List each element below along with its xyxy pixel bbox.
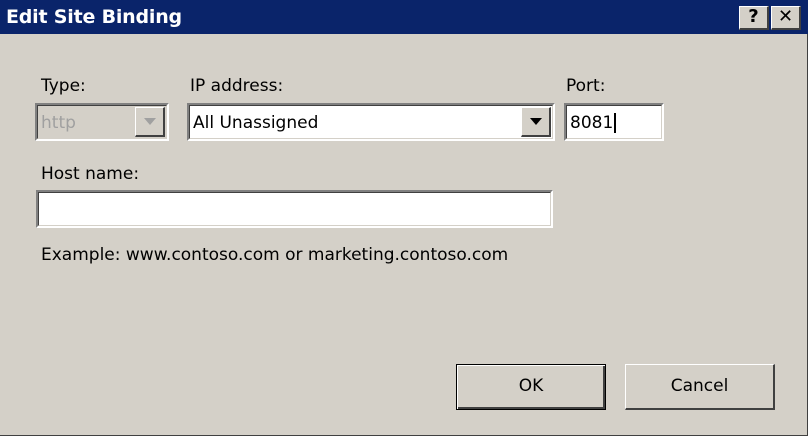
host-name-label: Host name: bbox=[41, 164, 140, 184]
title-bar[interactable]: Edit Site Binding ? ✕ bbox=[0, 0, 808, 34]
port-input-text: 8081 bbox=[570, 113, 617, 133]
chevron-down-icon bbox=[530, 118, 542, 125]
type-dropdown-button bbox=[135, 107, 165, 137]
ip-address-select-value: All Unassigned bbox=[193, 113, 319, 133]
dialog-title: Edit Site Binding bbox=[6, 6, 182, 28]
type-label: Type: bbox=[41, 76, 86, 96]
close-icon[interactable]: ✕ bbox=[771, 6, 801, 30]
ip-address-select[interactable]: All Unassigned bbox=[187, 103, 555, 141]
port-input-value: 8081 bbox=[570, 113, 614, 133]
example-hint: Example: www.contoso.com or marketing.co… bbox=[41, 245, 509, 265]
chevron-down-icon bbox=[144, 118, 156, 125]
type-select: http bbox=[35, 103, 169, 141]
ip-address-label: IP address: bbox=[190, 76, 284, 96]
port-label: Port: bbox=[566, 76, 606, 96]
text-caret bbox=[614, 113, 617, 133]
type-select-value: http bbox=[41, 113, 76, 133]
edit-site-binding-dialog: Edit Site Binding ? ✕ Type: IP address: … bbox=[0, 0, 808, 436]
help-icon[interactable]: ? bbox=[739, 6, 769, 30]
ok-button[interactable]: OK bbox=[456, 364, 606, 410]
host-name-input-inner bbox=[38, 192, 551, 226]
port-input[interactable]: 8081 bbox=[564, 103, 664, 141]
ip-address-dropdown-button[interactable] bbox=[521, 107, 551, 137]
host-name-input[interactable] bbox=[36, 190, 553, 228]
cancel-button[interactable]: Cancel bbox=[625, 364, 775, 410]
